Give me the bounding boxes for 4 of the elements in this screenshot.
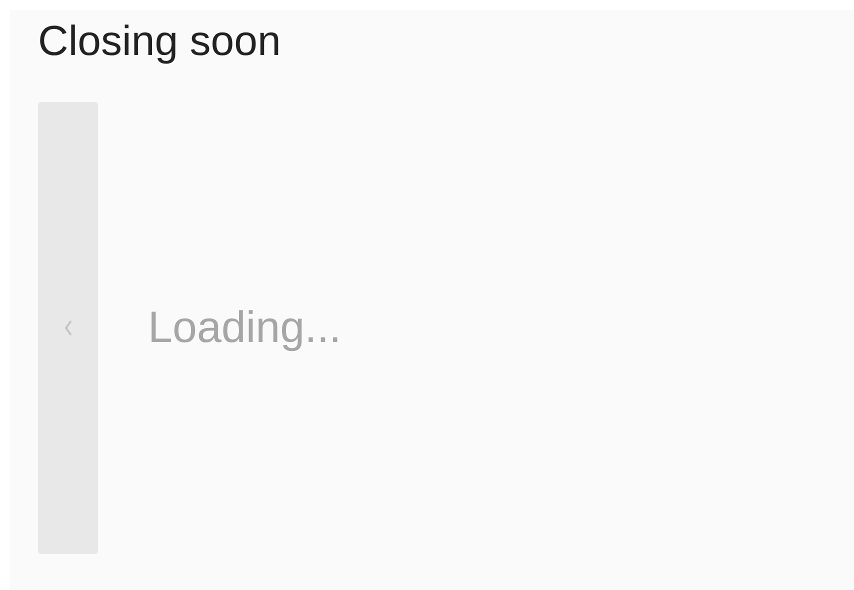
previous-button[interactable] [38, 102, 98, 554]
loading-text: Loading... [148, 302, 342, 354]
chevron-left-icon [63, 318, 73, 338]
section-title: Closing soon [38, 18, 281, 64]
